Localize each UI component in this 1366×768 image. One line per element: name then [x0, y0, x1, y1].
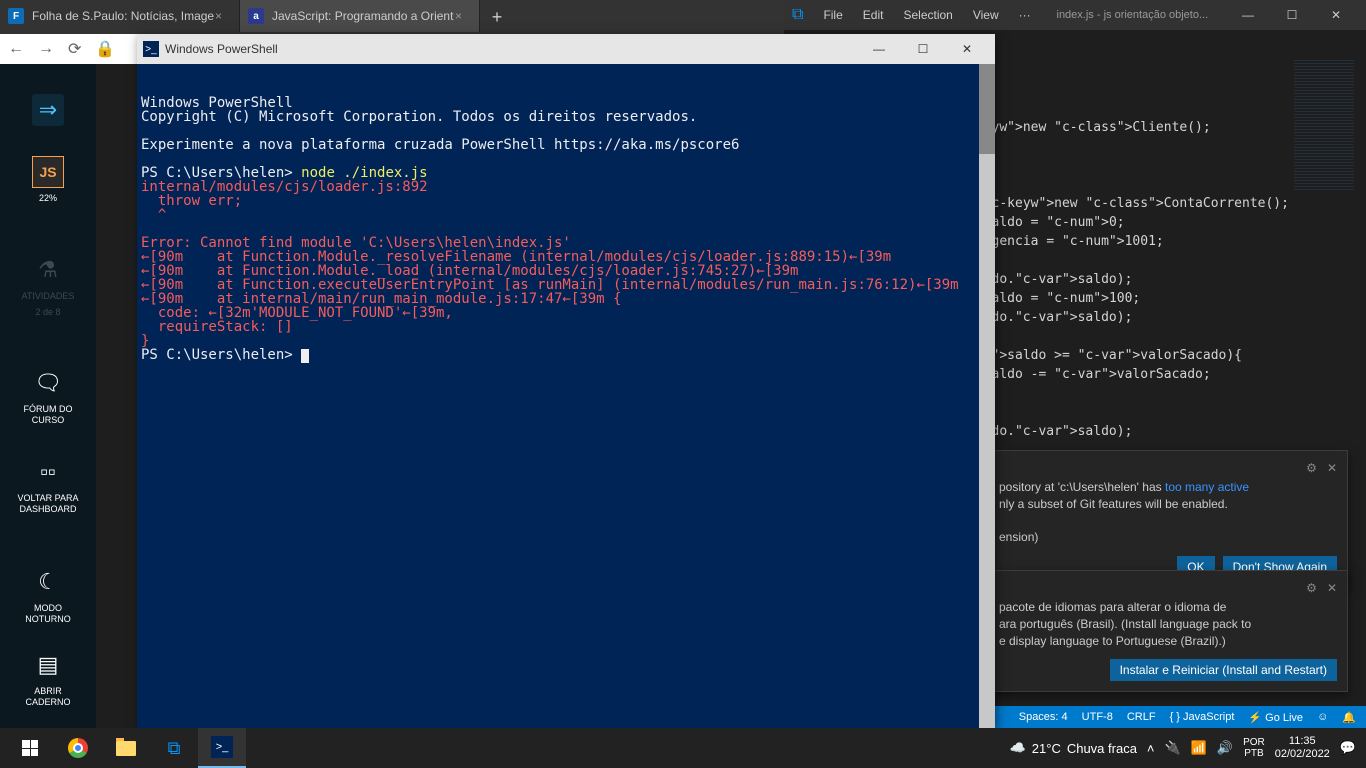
tray-wifi-icon[interactable]: 📶 [1191, 740, 1207, 756]
reload-icon[interactable]: ⟳ [68, 39, 81, 59]
tray-volume-icon[interactable]: 🔊 [1217, 740, 1233, 756]
chrome-taskbar[interactable] [54, 728, 102, 768]
menu-selection[interactable]: Selection [895, 4, 960, 26]
start-button[interactable] [6, 728, 54, 768]
scrollbar[interactable] [979, 64, 995, 728]
menu-view[interactable]: View [965, 4, 1007, 26]
browser-tab-folha[interactable]: F Folha de S.Paulo: Notícias, Image × [0, 0, 240, 32]
new-tab-button[interactable]: + [480, 0, 514, 34]
notification-text: pository at 'c:\Users\helen' has too man… [999, 479, 1337, 546]
close-icon[interactable]: × [215, 9, 231, 23]
system-tray: ☁️ 21°C Chuva fraca ˄ 🔌 📶 🔊 PORPTB 11:35… [1010, 735, 1360, 761]
notebook-icon: ▤ [32, 649, 64, 681]
atividades-label: ATIVIDADES [22, 291, 75, 302]
tray-power-icon[interactable]: 🔌 [1165, 740, 1181, 756]
minimap[interactable] [1294, 60, 1354, 190]
close-button[interactable]: ✕ [1314, 0, 1358, 30]
powershell-window: >_ Windows PowerShell — ☐ ✕ Windows Powe… [137, 34, 995, 728]
weather-icon: ☁️ [1010, 740, 1026, 756]
language-indicator[interactable]: PORPTB [1243, 737, 1265, 759]
browser-nav-bar: ← → ⟳ 🔒 [0, 34, 137, 64]
sidebar-voltar[interactable]: ▫▫ VOLTAR PARA DASHBOARD [10, 456, 86, 515]
status-bell-icon[interactable]: 🔔 [1342, 711, 1356, 724]
powershell-taskbar[interactable]: >_ [198, 728, 246, 768]
minimize-button[interactable]: — [1226, 0, 1270, 30]
install-restart-button[interactable]: Instalar e Reiniciar (Install and Restar… [1110, 659, 1337, 681]
dashboard-icon: ▫▫ [32, 456, 64, 488]
browser-tab-js[interactable]: a JavaScript: Programando a Orient × [240, 0, 480, 32]
vscode-taskbar[interactable]: ⧉ [150, 728, 198, 768]
vscode-titlebar: ⧉ File Edit Selection View ··· index.js … [784, 0, 1366, 30]
scroll-thumb[interactable] [979, 64, 995, 154]
gear-icon[interactable]: ⚙ [1306, 581, 1317, 595]
modo-label: MODO NOTURNO [13, 603, 83, 625]
powershell-titlebar[interactable]: >_ Windows PowerShell — ☐ ✕ [137, 34, 995, 64]
close-icon[interactable]: ✕ [1327, 461, 1337, 475]
gear-icon[interactable]: ⚙ [1306, 461, 1317, 475]
status-feedback-icon[interactable]: ☺ [1317, 711, 1328, 723]
status-eol[interactable]: CRLF [1127, 711, 1156, 723]
moon-icon: ☾ [32, 566, 64, 598]
notification-git: ⚙ ✕ pository at 'c:\Users\helen' has too… [988, 450, 1348, 589]
js-percent: 22% [39, 193, 57, 204]
maximize-button[interactable]: ☐ [1270, 0, 1314, 30]
minimize-button[interactable]: — [857, 35, 901, 63]
close-icon[interactable]: ✕ [1327, 581, 1337, 595]
notifications-icon[interactable]: 💬 [1340, 740, 1356, 756]
forward-icon[interactable]: → [38, 40, 54, 58]
sidebar-js[interactable]: JS 22% [32, 156, 64, 204]
vscode-icon: ⧉ [792, 6, 803, 24]
sidebar-forum[interactable]: 🗨 FÓRUM DO CURSO [13, 367, 83, 426]
voltar-label: VOLTAR PARA DASHBOARD [10, 493, 86, 515]
powershell-terminal[interactable]: Windows PowerShell Copyright (C) Microso… [137, 64, 995, 728]
close-button[interactable]: ✕ [945, 35, 989, 63]
sidebar-atividades[interactable]: ⚗ ATIVIDADES 2 de 8 [22, 254, 75, 318]
status-spaces[interactable]: Spaces: 4 [1019, 711, 1068, 723]
caderno-label: ABRIR CADERNO [13, 686, 83, 708]
maximize-button[interactable]: ☐ [901, 35, 945, 63]
menu-edit[interactable]: Edit [855, 4, 892, 26]
tab-title: Folha de S.Paulo: Notícias, Image [32, 9, 215, 23]
explorer-taskbar[interactable] [102, 728, 150, 768]
weather-temp: 21°C [1032, 741, 1061, 756]
tab-title: JavaScript: Programando a Orient [272, 9, 455, 23]
clock[interactable]: 11:35 02/02/2022 [1275, 735, 1330, 761]
sidebar-home[interactable]: ⇒ [32, 94, 64, 126]
atividades-count: 2 de 8 [35, 307, 60, 318]
powershell-title: Windows PowerShell [165, 42, 857, 56]
course-sidebar: ⇒ JS 22% ⚗ ATIVIDADES 2 de 8 🗨 FÓRUM DO … [0, 64, 96, 728]
site-icon: a [248, 8, 264, 24]
sidebar-caderno[interactable]: ▤ ABRIR CADERNO [13, 649, 83, 708]
windows-taskbar: ⧉ >_ ☁️ 21°C Chuva fraca ˄ 🔌 📶 🔊 PORPTB … [0, 728, 1366, 768]
powershell-icon: >_ [143, 41, 159, 57]
notification-language: ⚙ ✕ pacote de idiomas para alterar o idi… [988, 570, 1348, 692]
sidebar-modo-noturno[interactable]: ☾ MODO NOTURNO [13, 566, 83, 625]
time: 11:35 [1275, 735, 1330, 748]
tray-chevron-icon[interactable]: ˄ [1147, 741, 1155, 756]
lock-icon: 🔒 [95, 39, 115, 59]
chat-icon: 🗨 [32, 367, 64, 399]
forum-label: FÓRUM DO CURSO [13, 404, 83, 426]
notification-text: pacote de idiomas para alterar o idioma … [999, 599, 1337, 649]
status-lang[interactable]: { } JavaScript [1170, 711, 1235, 723]
menu-more[interactable]: ··· [1011, 4, 1039, 26]
close-icon[interactable]: × [455, 9, 471, 23]
status-encoding[interactable]: UTF-8 [1082, 711, 1113, 723]
flask-icon: ⚗ [32, 254, 64, 286]
status-golive[interactable]: ⚡ Go Live [1248, 711, 1303, 724]
weather-desc: Chuva fraca [1067, 741, 1137, 756]
site-icon: F [8, 8, 24, 24]
js-icon: JS [32, 156, 64, 188]
menu-file[interactable]: File [815, 4, 850, 26]
date: 02/02/2022 [1275, 748, 1330, 761]
back-icon[interactable]: ← [8, 40, 24, 58]
arrow-icon: ⇒ [32, 94, 64, 126]
weather-widget[interactable]: ☁️ 21°C Chuva fraca [1010, 740, 1137, 756]
vscode-window-title: index.js - js orientação objeto... [1043, 9, 1222, 21]
